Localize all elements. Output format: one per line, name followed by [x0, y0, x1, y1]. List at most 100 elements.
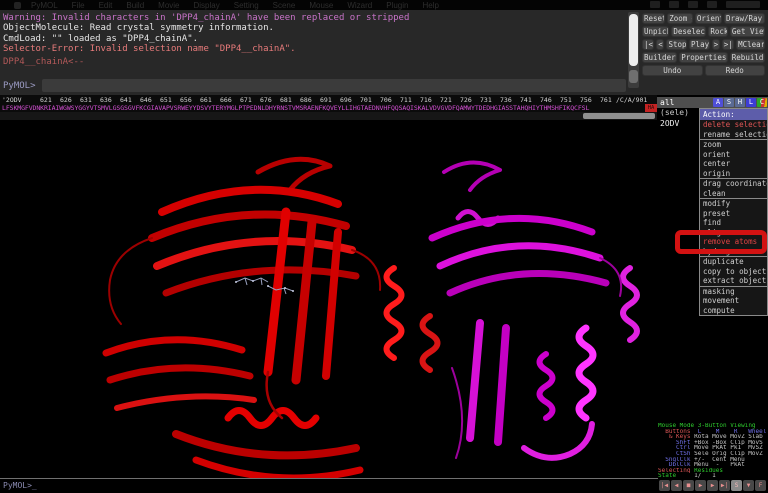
menu-setting[interactable]: Setting	[234, 1, 259, 10]
mclear-button[interactable]: MClear	[736, 39, 765, 50]
status-icon[interactable]	[688, 1, 698, 8]
command-input[interactable]	[42, 79, 626, 92]
status-icon[interactable]	[650, 1, 660, 8]
menu-item-extract-object[interactable]: extract object	[700, 276, 767, 286]
object-row-all[interactable]: all ASHLC	[657, 97, 768, 108]
menu-help[interactable]: Help	[422, 1, 438, 10]
redo-button[interactable]: Redo	[705, 65, 766, 76]
menu-item-drag-coordinates[interactable]: drag coordinates	[700, 179, 767, 189]
playbar-button-item[interactable]: |◀	[659, 480, 670, 491]
menu-build[interactable]: Build	[126, 1, 144, 10]
playbar-button-item[interactable]: ▶	[707, 480, 718, 491]
deselect-button[interactable]: Deselect	[671, 26, 706, 37]
residue-number: 691	[320, 96, 332, 104]
menu-item-origin[interactable]: origin	[700, 169, 767, 179]
menu-scene[interactable]: Scene	[273, 1, 296, 10]
properties-button[interactable]: Properties	[679, 52, 728, 63]
object-row-sele[interactable]: (sele)	[657, 108, 689, 119]
menu-edit[interactable]: Edit	[99, 1, 113, 10]
molecule-viewport[interactable]	[0, 120, 657, 478]
playbar-button-item[interactable]: ▼	[743, 480, 754, 491]
menu-item-compute[interactable]: compute	[700, 306, 767, 316]
menu-item-rename-selection[interactable]: rename selection	[700, 130, 767, 140]
menu-item-zoom[interactable]: zoom	[700, 140, 767, 150]
menu-item-movement[interactable]: movement	[700, 296, 767, 306]
residue-number: 706	[380, 96, 392, 104]
menu-item-hydrogens[interactable]: hydrogens	[700, 247, 767, 257]
reset-button[interactable]: Reset	[642, 13, 665, 24]
residue-number: 651	[160, 96, 172, 104]
undo-button[interactable]: Undo	[642, 65, 703, 76]
playbar-button-f[interactable]: F	[755, 480, 766, 491]
menu-item-orient[interactable]: orient	[700, 150, 767, 160]
l-menu-button[interactable]: L	[746, 98, 756, 107]
apple-icon[interactable]	[14, 2, 21, 9]
upper-gui-strip: Warning: Invalid characters in 'DPP4_cha…	[0, 10, 768, 95]
protein-cartoon	[0, 120, 657, 478]
sequence-chain-label: /C/A/901	[616, 96, 647, 104]
item-button[interactable]: |<	[642, 39, 654, 50]
sequence-scrollbar-thumb[interactable]	[583, 113, 655, 119]
menu-plugin[interactable]: Plugin	[386, 1, 408, 10]
item-button[interactable]: >|	[722, 39, 734, 50]
ligand-sticks	[235, 278, 294, 294]
orient-button[interactable]: Orient	[695, 13, 722, 24]
playback-bar: |◀◀■▶▶▶|S▼F	[659, 480, 766, 491]
console-line: CmdLoad: "" loaded as "DPP4_chainA".	[3, 34, 623, 44]
menu-wizard[interactable]: Wizard	[347, 1, 372, 10]
playbar-button-item[interactable]: ▶	[695, 480, 706, 491]
menu-item-modify[interactable]: modify	[700, 199, 767, 209]
menu-item-delete-selection[interactable]: delete selection	[700, 120, 767, 130]
battery-icon[interactable]	[707, 1, 717, 8]
status-icon[interactable]	[669, 1, 679, 8]
playbar-button-item[interactable]: ■	[683, 480, 694, 491]
a-menu-button[interactable]: A	[713, 98, 723, 107]
rebuild-button[interactable]: Rebuild	[730, 52, 765, 63]
menu-mouse[interactable]: Mouse	[309, 1, 333, 10]
get-view-button[interactable]: Get View	[730, 26, 765, 37]
rock-button[interactable]: Rock	[708, 26, 728, 37]
s-menu-button[interactable]: S	[724, 98, 734, 107]
playbar-button-item[interactable]: ◀	[671, 480, 682, 491]
menu-item-duplicate[interactable]: duplicate	[700, 257, 767, 267]
stop-button[interactable]: Stop	[666, 39, 687, 50]
menu-item-remove-atoms[interactable]: remove atoms	[700, 237, 767, 247]
menu-item-preset[interactable]: preset	[700, 209, 767, 219]
object-row-2odv[interactable]: 2ODV	[657, 119, 679, 130]
menu-item-find[interactable]: find	[700, 218, 767, 228]
mouse-mode-text: State	[658, 473, 694, 479]
residue-number: 636	[100, 96, 112, 104]
playbar-button-s[interactable]: S	[731, 480, 742, 491]
menu-item-masking[interactable]: masking	[700, 287, 767, 297]
sequence-scrollbar[interactable]	[0, 112, 657, 120]
draw-ray-button[interactable]: Draw/Ray ▾	[724, 13, 765, 24]
viewport-prompt[interactable]: PyMOL>_	[3, 481, 37, 490]
menu-item-clean[interactable]: clean	[700, 189, 767, 199]
clock-icon[interactable]	[726, 1, 760, 8]
menu-display[interactable]: Display	[194, 1, 220, 10]
scrollbar-thumb[interactable]	[629, 14, 638, 66]
residue-number: 741	[520, 96, 532, 104]
menu-item-align[interactable]: align	[700, 228, 767, 238]
menu-file[interactable]: File	[72, 1, 85, 10]
item-button[interactable]: >	[712, 39, 720, 50]
ashlc-buttons: ASHLC	[713, 98, 768, 107]
play-button[interactable]: Play	[689, 39, 710, 50]
builder-button[interactable]: Builder	[642, 52, 677, 63]
c-menu-button[interactable]: C	[757, 98, 767, 107]
chevron-down-icon: ▾	[762, 16, 765, 23]
item-button[interactable]: <	[656, 39, 664, 50]
sequence-highlighted-residues[interactable]: HA	[645, 104, 657, 112]
sequence-viewer[interactable]: '2ODV 6216266316366416466516566616666716…	[0, 95, 657, 112]
menu-item-center[interactable]: center	[700, 159, 767, 169]
zoom-button[interactable]: Zoom ▾	[667, 13, 693, 24]
sequence-residues[interactable]: LFSKMGFVDNKRIAIWGWSYGGYVTSMVLGSGSGVFKCGI…	[2, 104, 589, 112]
menu-movie[interactable]: Movie	[158, 1, 179, 10]
residue-number: 751	[560, 96, 572, 104]
unpick-button[interactable]: Unpick	[642, 26, 669, 37]
playbar-button-item[interactable]: ▶|	[719, 480, 730, 491]
h-menu-button[interactable]: H	[735, 98, 745, 107]
menu-pymol[interactable]: PyMOL	[31, 1, 58, 10]
prompt-label: PyMOL>	[3, 81, 36, 91]
menu-item-copy-to-object[interactable]: copy to object	[700, 267, 767, 277]
